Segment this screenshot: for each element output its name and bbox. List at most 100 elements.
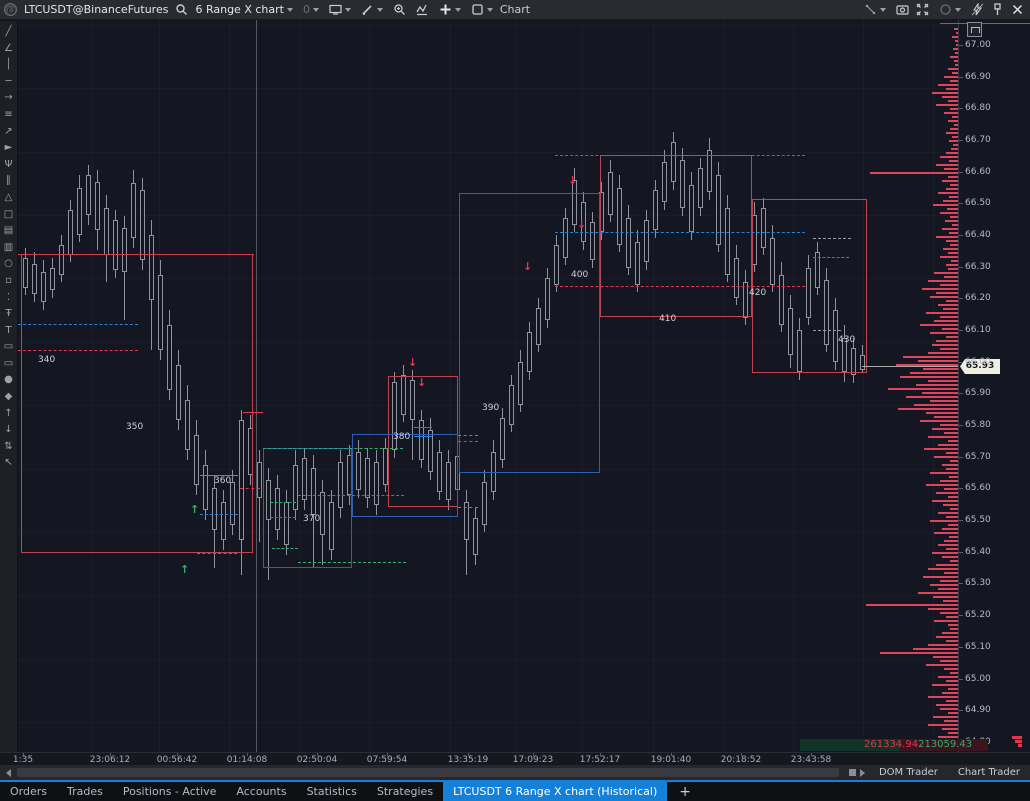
trade-count-label: 390 <box>482 403 499 413</box>
chart-canvas[interactable]: 340350360370380390400410420430↑↑↓↓↓↓↓ <box>18 20 958 752</box>
price-tick: 65.20 <box>959 610 991 620</box>
arrow-up-tool[interactable]: ↑ <box>1 406 17 423</box>
aggregation-selector[interactable]: 6 Range X chart <box>192 1 295 19</box>
volume-profile-bar <box>940 212 958 214</box>
panel-tab[interactable]: LTCUSDT 6 Range X chart (Historical) <box>443 782 667 801</box>
volume-profile-tool[interactable]: ▤ <box>1 223 17 240</box>
text-tool[interactable]: T <box>1 323 17 340</box>
volume-profile-bar <box>913 648 958 650</box>
volume-profile-bar <box>936 704 958 706</box>
close-icon[interactable] <box>1011 3 1024 16</box>
symbol-selector[interactable]: LTCUSDT@BinanceFutures <box>21 1 171 19</box>
angle-tool[interactable]: ∠ <box>1 41 17 58</box>
counter-selector[interactable]: 0 <box>300 1 322 19</box>
volume-profile-bar <box>944 276 958 278</box>
volume-profile-bar <box>950 56 958 58</box>
drawing-button[interactable] <box>358 1 386 19</box>
scroll-left-icon[interactable] <box>6 769 11 777</box>
drawing-tools-sidebar: ╱∠│─→≡↗►Ψ∥△□▤▥○▫⁚ŦT▭▭●◆↑↓⇅↖ <box>0 21 18 752</box>
scroll-right-icon[interactable] <box>860 769 865 777</box>
volume-profile-bar <box>930 400 958 402</box>
volume-profile-bar <box>948 68 958 70</box>
time-axis[interactable]: 1:3523:06:1200:56:4201:14:0802:50:0407:5… <box>0 752 1030 765</box>
screenshot-icon[interactable] <box>896 3 909 16</box>
volume-profile-bar <box>944 168 958 170</box>
volume-profile-bar <box>928 608 958 610</box>
time-tick-label: 07:59:54 <box>367 755 407 765</box>
panel-tab[interactable]: Positions - Active <box>113 782 227 801</box>
add-panel-tab[interactable]: + <box>667 782 703 801</box>
parallel-lines-tool[interactable]: ≡ <box>1 107 17 124</box>
anchored-text-tool[interactable]: Ŧ <box>1 306 17 323</box>
time-tick-label: 02:50:04 <box>297 755 337 765</box>
dotted-rect-tool[interactable]: ▫ <box>1 273 17 290</box>
ellipse-tool[interactable]: ○ <box>1 256 17 273</box>
volume-profile-bar <box>948 120 958 122</box>
fullscreen-icon[interactable] <box>916 3 929 16</box>
dom-trader-toggle[interactable]: DOM Trader <box>869 767 948 778</box>
zoom-button[interactable] <box>390 1 409 19</box>
price-label-tool[interactable]: ▭ <box>1 339 17 356</box>
chart-trader-toggle[interactable]: Chart Trader <box>948 767 1030 778</box>
dots-tool[interactable]: ⁚ <box>1 290 17 307</box>
time-tick-label: 17:09:23 <box>513 755 553 765</box>
level-line <box>414 427 432 428</box>
color-group-button[interactable] <box>936 1 964 19</box>
counter-label: 0 <box>303 3 310 16</box>
layout-button[interactable] <box>468 1 496 19</box>
volume-profile-bar <box>906 396 958 398</box>
diamond-marker-tool[interactable]: ◆ <box>1 389 17 406</box>
signal-arrow-down: ↓ <box>417 378 426 388</box>
panel-tab[interactable]: Statistics <box>297 782 367 801</box>
profile-collapse-icon[interactable] <box>967 22 982 37</box>
volume-profile-bar <box>950 672 958 674</box>
volume-profile-bar <box>923 368 958 370</box>
panel-tab[interactable]: Orders <box>0 782 57 801</box>
line-tool[interactable]: ╱ <box>1 24 17 41</box>
panel-square-icon[interactable] <box>849 769 856 776</box>
time-tick-label: 23:06:12 <box>90 755 130 765</box>
volume-profile-bar <box>930 296 958 298</box>
volume-profile-bar <box>936 164 958 166</box>
polyline-tool[interactable]: ↗ <box>1 124 17 141</box>
quick-settings-icon[interactable] <box>971 3 984 16</box>
trade-count-label: 360 <box>214 476 231 486</box>
display-mode-button[interactable] <box>326 1 354 19</box>
channel-tool[interactable]: ∥ <box>1 173 17 190</box>
horizontal-line-tool[interactable]: ─ <box>1 74 17 91</box>
marker-tool[interactable]: ► <box>1 140 17 157</box>
pin-icon[interactable] <box>991 3 1004 16</box>
dot-marker-tool[interactable]: ● <box>1 372 17 389</box>
panel-tab[interactable]: Accounts <box>226 782 296 801</box>
volume-profile-bar <box>948 268 958 270</box>
symbol-search-icon[interactable] <box>175 3 188 16</box>
level-line <box>18 350 138 351</box>
cursor-tool[interactable]: ↖ <box>1 455 17 472</box>
signal-arrow-up: ↑ <box>190 505 199 515</box>
ray-tool[interactable]: → <box>1 90 17 107</box>
panel-tab[interactable]: Trades <box>57 782 113 801</box>
pitchfork-tool[interactable]: Ψ <box>1 157 17 174</box>
arrow-down-tool[interactable]: ↓ <box>1 422 17 439</box>
volume-profile-bar <box>945 220 958 222</box>
candle <box>131 183 136 238</box>
level-line <box>813 238 851 239</box>
price-axis[interactable]: 65.93 67.0066.9066.8066.7066.6066.5066.4… <box>958 20 1030 752</box>
volume-profile-bar <box>910 372 958 374</box>
note-tool[interactable]: ▭ <box>1 356 17 373</box>
link-group-button[interactable] <box>861 1 889 19</box>
vertical-line-tool[interactable]: │ <box>1 57 17 74</box>
triangle-tool[interactable]: △ <box>1 190 17 207</box>
sort-tool[interactable]: ⇅ <box>1 439 17 456</box>
app-logo <box>4 3 17 16</box>
volume-profile-bar <box>950 216 958 218</box>
circle-icon <box>939 3 952 16</box>
chevron-down-icon <box>313 8 319 12</box>
add-panel-button[interactable] <box>436 1 464 19</box>
indicators-button[interactable] <box>413 1 432 19</box>
tpo-profile-tool[interactable]: ▥ <box>1 240 17 257</box>
scrollbar-thumb[interactable] <box>17 768 839 777</box>
rectangle-tool[interactable]: □ <box>1 207 17 224</box>
panel-tab[interactable]: Strategies <box>367 782 443 801</box>
volume-profile-bar <box>888 388 958 390</box>
